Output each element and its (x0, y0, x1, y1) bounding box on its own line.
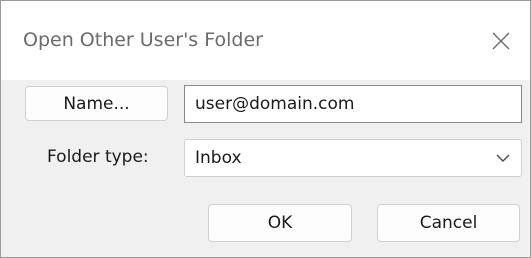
cancel-button[interactable]: Cancel (377, 204, 520, 242)
ok-button[interactable]: OK (208, 204, 352, 242)
open-other-users-folder-dialog: Open Other User's Folder Name... user@do… (0, 0, 531, 258)
folder-type-select[interactable]: Inbox (184, 139, 522, 177)
close-icon (492, 32, 510, 50)
dialog-body: Name... user@domain.com Folder type: Inb… (1, 80, 530, 257)
title-bar: Open Other User's Folder (1, 1, 530, 80)
chevron-down-icon (496, 154, 510, 162)
dialog-title: Open Other User's Folder (23, 29, 263, 51)
folder-type-label: Folder type: (47, 147, 149, 167)
folder-type-value: Inbox (195, 148, 242, 168)
name-button[interactable]: Name... (25, 86, 168, 121)
close-button[interactable] (483, 23, 519, 59)
user-name-field[interactable]: user@domain.com (184, 85, 522, 123)
